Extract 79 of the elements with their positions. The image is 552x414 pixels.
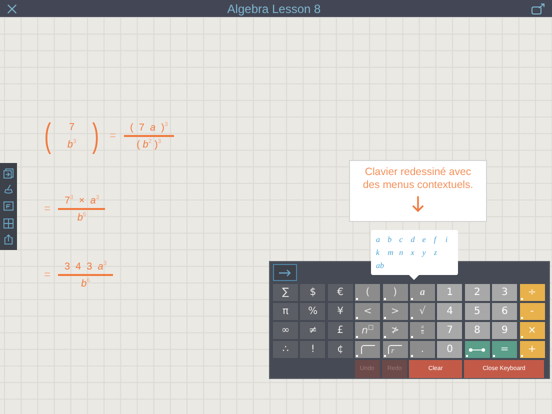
numerator: ( 7 a )$^{3}$ [129,122,169,133]
keyboard-key[interactable]: 5 [464,303,490,320]
denominator: b$^{6}$ [76,212,88,224]
right-parenthesis: ) [92,119,100,153]
keyboard-key[interactable]: € [328,284,353,301]
keyboard-key[interactable]: 3 [492,284,518,301]
keyboard-key[interactable]: > [382,303,408,320]
keyboard-key[interactable]: 1 [437,284,462,301]
keyboard-key[interactable]: ≯ [382,322,408,339]
share-icon[interactable] [3,234,14,246]
keyboard-key[interactable]: 2 [464,284,490,301]
keyboard-key[interactable]: % [300,303,326,320]
variable-option[interactable]: d [408,234,417,244]
keyboard-key[interactable]: ∞ [273,322,298,339]
paint-icon[interactable] [3,184,14,196]
numerator: 7$^{3}$ × a$^{3}$ [63,195,100,206]
variable-option[interactable]: z [432,248,439,258]
keyboard-key[interactable]: ÷ [520,284,545,301]
variable-option[interactable]: a [374,234,382,244]
keyboard-key[interactable]: - [520,303,545,320]
keyboard-key[interactable]: $ [300,284,326,301]
keyboard-key[interactable]: ∴ [273,341,298,358]
variable-option[interactable]: m [386,248,396,258]
keyboard-key[interactable] [355,341,380,358]
keyboard-key[interactable]: √ [410,303,435,320]
equals-sign: = [44,268,50,281]
keyboard-key[interactable]: ∑ [273,284,298,301]
equals-sign: = [44,203,50,216]
denominator: b$^{6}$ [80,278,92,290]
callout-text: Clavier redessiné avec des menus contextuels. [362,166,474,192]
keyboard-key[interactable]: ( [355,284,380,301]
keyboard-key[interactable]: < [355,303,380,320]
grid-icon[interactable] [3,218,14,229]
keyboard-key[interactable]: n$^{□}$ [355,322,380,339]
keyboard-key[interactable]: + [520,341,545,358]
keyboard-key[interactable]: a [410,284,435,301]
keyboard-key[interactable]: ≠ [300,322,326,339]
variable-option[interactable]: i [443,234,450,244]
keyboard-key[interactable]: ! [300,341,326,358]
variable-option[interactable]: ab [374,260,386,270]
keyboard-key[interactable]: 7 [437,322,462,339]
variable-option[interactable]: y [420,248,428,258]
variable-option[interactable]: k [374,248,382,258]
keyboard-key[interactable]: r [382,341,408,358]
window-title: Algebra Lesson 8 [227,2,321,16]
variable-option[interactable]: f [432,234,438,244]
line-segment-icon [468,346,486,352]
variable-option[interactable]: c [397,234,405,244]
keyboard-key[interactable]: £ [328,322,353,339]
keyboard-key[interactable]: = [492,341,518,358]
math-term: b$^{3}$ [66,138,78,150]
denominator: ( b$^{2}$ )$^{3}$ [136,139,162,150]
keyboard-key[interactable]: × [520,322,545,339]
keyboard-key[interactable]: π [273,303,298,320]
arrow-key[interactable] [273,264,297,281]
variable-option[interactable]: e [420,234,428,244]
equals-sign: = [110,130,116,142]
math-term: 7 [68,122,76,133]
keyboard-key[interactable]: . [410,341,435,358]
variable-option[interactable]: x [408,248,416,258]
left-parenthesis: ( [44,119,52,153]
right-arrow-icon [278,268,292,276]
keyboard-key[interactable]: 4 [437,303,462,320]
keyboard-key[interactable]: 9 [492,322,518,339]
keyboard-key[interactable]: 8 [464,322,490,339]
variable-option[interactable]: n [397,248,406,258]
external-window-icon[interactable] [531,2,545,14]
keyboard-key[interactable]: ) [382,284,408,301]
note-icon[interactable] [3,200,14,212]
keyboard-key[interactable]: 0 [437,341,462,358]
keyboard-key[interactable] [464,341,490,358]
close-icon[interactable] [7,4,17,14]
keyboard-key[interactable]: 6 [492,303,518,320]
numerator: 3 4 3 a$^{3}$ [63,260,108,272]
keyboard-key[interactable]: ¢ [328,341,353,358]
variable-option[interactable]: b [386,234,394,244]
keyboard-key[interactable]: ¥ [328,303,353,320]
copy-icon[interactable] [3,168,14,179]
down-arrow-icon [412,195,424,214]
